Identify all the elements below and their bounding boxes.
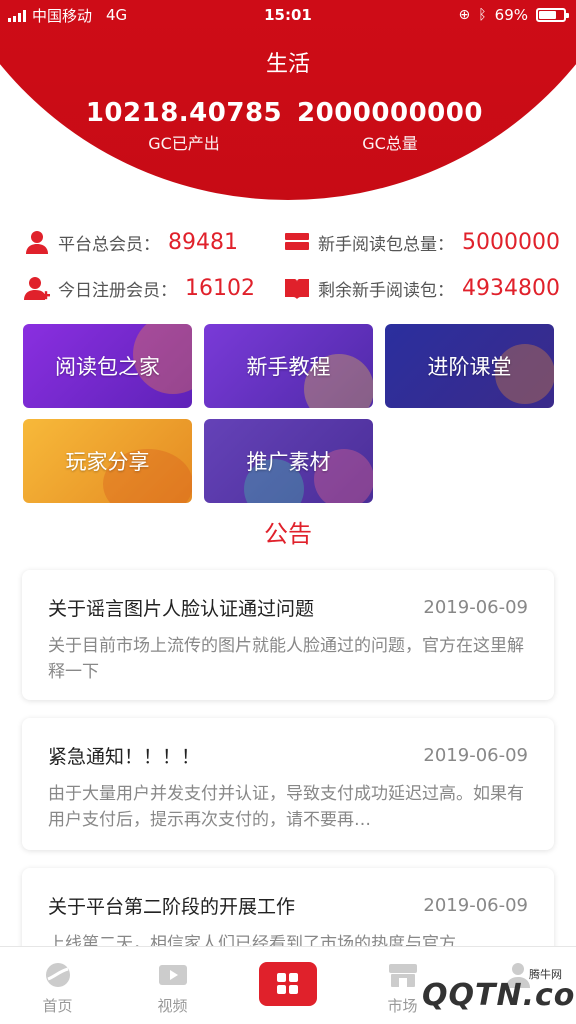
stat-total: 2000000000 GC总量: [290, 98, 490, 154]
summary-value: 5000000: [462, 229, 560, 255]
announcement-date: 2019-06-09: [423, 895, 528, 916]
tile-promo-material[interactable]: 推广素材: [204, 419, 373, 503]
user-icon: [24, 229, 50, 255]
battery-percent: 69%: [494, 6, 528, 24]
summary-package-remaining: 剩余新手阅读包： 4934800: [284, 270, 560, 306]
stat-produced: 10218.40785 GC已产出: [84, 98, 284, 154]
announcement-card[interactable]: 关于谣言图片人脸认证通过问题 2019-06-09 关于目前市场上流传的图片就能…: [22, 570, 554, 700]
package-icon: [284, 229, 310, 255]
stat-total-label: GC总量: [362, 134, 418, 153]
summary-value: 16102: [185, 275, 255, 301]
announcement-header: 关于平台第二阶段的开展工作 2019-06-09: [48, 892, 528, 919]
tile-label: 玩家分享: [65, 450, 150, 474]
summary-value: 4934800: [462, 275, 560, 301]
app-screen: 中国移动 4G 15:01 ⊕ ᛒ 69% 生活 10218.40785 GC已…: [0, 0, 576, 1024]
tile-label: 推广素材: [246, 450, 331, 474]
site-watermark: 腾牛网 QQTN.com: [412, 966, 576, 1018]
book-icon: [284, 275, 310, 301]
header-banner: 中国移动 4G 15:01 ⊕ ᛒ 69% 生活 10218.40785 GC已…: [0, 0, 576, 200]
summary-package-total: 新手阅读包总量： 5000000: [284, 224, 560, 260]
add-user-icon: [24, 275, 50, 301]
announcement-date: 2019-06-09: [423, 745, 528, 766]
bluetooth-icon: ᛒ: [478, 7, 487, 23]
stat-produced-label: GC已产出: [148, 134, 220, 153]
announcement-date: 2019-06-09: [423, 597, 528, 618]
tab-home[interactable]: 首页: [0, 947, 115, 1024]
home-icon: [42, 961, 74, 989]
orientation-lock-icon: ⊕: [458, 7, 471, 23]
page-title: 生活: [265, 52, 310, 77]
announcement-summary: 由于大量用户并发支付并认证，导致支付成功延迟过高。如果有用户支付后，提示再次支付…: [48, 784, 524, 830]
announcement-card[interactable]: 紧急通知！！！！ 2019-06-09 由于大量用户并发支付并认证，导致支付成功…: [22, 718, 554, 850]
tab-label: 首页: [42, 997, 73, 1015]
summary-label: 今日注册会员：: [58, 280, 177, 301]
tile-label: 阅读包之家: [55, 355, 160, 379]
status-right: ⊕ ᛒ 69%: [458, 6, 569, 24]
announcement-header: 紧急通知！！！！ 2019-06-09: [48, 742, 528, 769]
announcement-headline: 关于谣言图片人脸认证通过问题: [48, 598, 315, 620]
tile-label: 进阶课堂: [427, 355, 512, 379]
summary-value: 89481: [168, 229, 238, 255]
tile-reading-home[interactable]: 阅读包之家: [23, 324, 192, 408]
tab-video[interactable]: 视频: [115, 947, 230, 1024]
summary-total-members: 平台总会员： 89481: [24, 224, 238, 260]
tile-beginner-tutorial[interactable]: 新手教程: [204, 324, 373, 408]
summary-label: 剩余新手阅读包：: [318, 280, 454, 301]
watermark-brand: QQTN.com: [422, 978, 576, 1013]
status-bar: 中国移动 4G 15:01 ⊕ ᛒ 69%: [0, 0, 576, 30]
announcement-title: 公告: [264, 520, 312, 548]
announcement-summary: 关于目前市场上流传的图片就能人脸通过的问题，官方在这里解释一下: [48, 636, 524, 682]
announcement-headline: 紧急通知！！！！: [48, 746, 201, 768]
battery-fill: [539, 11, 556, 19]
announcement-headline: 关于平台第二阶段的开展工作: [48, 896, 296, 918]
battery-icon: [536, 8, 569, 22]
center-menu-button[interactable]: [259, 962, 317, 1006]
summary-today-registered: 今日注册会员： 16102: [24, 270, 255, 306]
stat-total-value: 2000000000: [297, 98, 483, 128]
video-icon: [157, 961, 189, 989]
stat-produced-value: 10218.40785: [85, 98, 283, 128]
tile-player-share[interactable]: 玩家分享: [23, 419, 192, 503]
announcement-header: 关于谣言图片人脸认证通过问题 2019-06-09: [48, 594, 528, 621]
tile-label: 新手教程: [246, 355, 331, 379]
tile-advanced-class[interactable]: 进阶课堂: [385, 324, 554, 408]
summary-label: 平台总会员：: [58, 234, 160, 255]
tab-label: 视频: [157, 997, 188, 1015]
summary-label: 新手阅读包总量：: [318, 234, 454, 255]
summary-row-1: 平台总会员： 89481 新手阅读包总量： 5000000: [0, 224, 576, 260]
summary-row-2: 今日注册会员： 16102 剩余新手阅读包： 4934800: [0, 270, 576, 306]
